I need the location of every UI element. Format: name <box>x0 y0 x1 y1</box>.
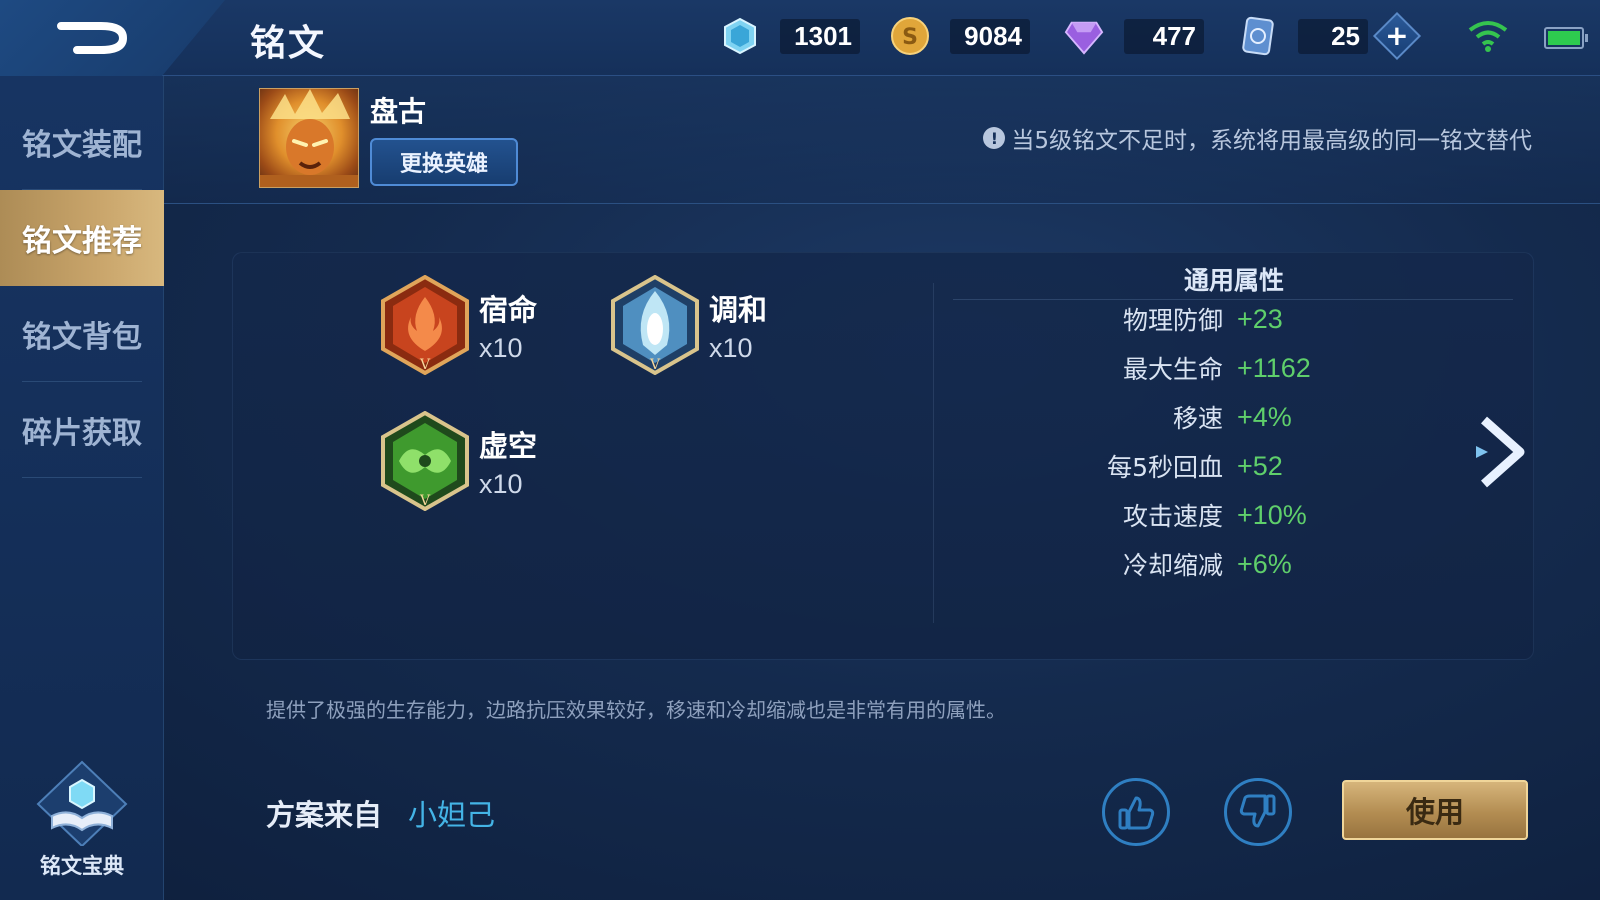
currency-rune-card: 25 + <box>1238 11 1422 61</box>
attribute-value: +4% <box>1237 401 1292 432</box>
codex-label: 铭文宝典 <box>40 854 124 878</box>
card-icon <box>1238 16 1278 56</box>
battery-icon <box>1544 27 1588 49</box>
attribute-row: 最大生命 +1162 <box>953 348 1513 388</box>
attribute-row: 移速 +4% <box>953 397 1513 437</box>
attribute-row: 攻击速度 +10% <box>953 495 1513 535</box>
attribute-value: +6% <box>1237 548 1292 579</box>
author-label: 方案来自 <box>266 798 383 832</box>
svg-text:V: V <box>649 357 661 373</box>
currency-diamond-coupon: 1301 <box>720 16 860 56</box>
rune-codex-button[interactable]: 铭文宝典 <box>30 760 134 880</box>
sidebar-item-rune-bag[interactable]: 铭文背包 <box>0 286 164 382</box>
currency-diamond: 477 <box>1064 16 1204 56</box>
use-button[interactable]: 使用 <box>1342 780 1528 840</box>
attribute-name: 物理防御 <box>1122 306 1223 335</box>
hero-avatar[interactable] <box>259 88 359 188</box>
attribute-row: 物理防御 +23 <box>953 299 1513 339</box>
sidebar-item-fragments[interactable]: 碎片获取 <box>0 382 164 478</box>
top-bar: 铭文 1301 S 9084 477 25 + <box>0 0 1600 76</box>
attribute-value: +23 <box>1237 303 1283 334</box>
add-currency-button[interactable]: + <box>1372 11 1422 61</box>
back-arrow-icon <box>57 22 128 54</box>
currency-value: 25 <box>1298 18 1368 54</box>
rune-item[interactable]: V 调和 x10 <box>609 275 767 375</box>
notice-text: 当5级铭文不足时，系统将用最高级的同一铭文替代 <box>1011 128 1532 154</box>
hero-name: 盘古 <box>370 95 427 128</box>
rune-panel: V 宿命 x10 V 调和 x10 V 虚空 x10 通用属性 物理防御 +23… <box>232 252 1534 660</box>
attribute-value: +1162 <box>1237 352 1311 383</box>
svg-text:S: S <box>902 25 918 50</box>
red-rune-icon: V <box>381 275 469 375</box>
svg-text:V: V <box>419 493 431 509</box>
green-rune-icon: V <box>381 411 469 511</box>
attribute-name: 移速 <box>1172 404 1223 433</box>
dislike-button[interactable] <box>1224 778 1292 846</box>
sidebar-item-rune-recommend[interactable]: 铭文推荐 <box>0 190 164 286</box>
sidebar-item-rune-equip[interactable]: 铭文装配 <box>0 94 164 190</box>
attributes-title: 通用属性 <box>1183 266 1284 295</box>
rune-name: 宿命 <box>479 292 538 327</box>
change-hero-button[interactable]: 更换英雄 <box>370 138 518 186</box>
thumbs-up-icon <box>1118 796 1155 830</box>
rune-count: x10 <box>479 468 523 499</box>
svg-text:V: V <box>419 357 431 373</box>
purple-diamond-icon <box>1064 16 1104 56</box>
attribute-value: +10% <box>1237 499 1307 530</box>
panel-divider <box>933 283 934 623</box>
plus-icon: + <box>1385 19 1409 52</box>
rune-name: 虚空 <box>479 428 538 463</box>
attribute-name: 攻击速度 <box>1122 502 1223 531</box>
like-button[interactable] <box>1102 778 1170 846</box>
rune-name: 调和 <box>709 292 768 327</box>
gold-coin-icon: S <box>890 16 930 56</box>
page-title: 铭文 <box>250 23 327 64</box>
info-icon: ! <box>983 127 1006 149</box>
attribute-row: 冷却缩减 +6% <box>953 544 1513 584</box>
currency-value: 477 <box>1124 18 1204 54</box>
sidebar-item-label: 铭文推荐 <box>22 224 142 259</box>
attribute-name: 每5秒回血 <box>1107 453 1223 482</box>
currency-value: 9084 <box>950 18 1030 54</box>
sidebar-item-label: 铭文装配 <box>22 128 142 163</box>
hero-header: 盘古 更换英雄 ! 当5级铭文不足时，系统将用最高级的同一铭文替代 <box>164 76 1600 204</box>
recommendation-description: 提供了极强的生存能力，边路抗压效果较好，移速和冷却缩减也是非常有用的属性。 <box>266 698 1006 722</box>
rune-item[interactable]: V 虚空 x10 <box>379 411 537 511</box>
author-name[interactable]: 小妲己 <box>408 792 495 834</box>
wifi-icon <box>1468 21 1508 52</box>
thumbs-down-icon <box>1239 794 1276 828</box>
book-icon <box>36 760 128 846</box>
attribute-row: 每5秒回血 +52 <box>953 446 1513 486</box>
rune-count: x10 <box>479 332 523 363</box>
currency-value: 1301 <box>780 18 860 54</box>
sidebar-item-label: 铭文背包 <box>22 320 142 355</box>
currency-gold: S 9084 <box>890 16 1030 56</box>
rune-item[interactable]: V 宿命 x10 <box>379 275 537 375</box>
crystal-icon <box>720 16 760 56</box>
blue-rune-icon: V <box>611 275 699 375</box>
attribute-name: 最大生命 <box>1122 355 1223 384</box>
attribute-name: 冷却缩减 <box>1122 551 1223 580</box>
next-page-arrow-icon[interactable] <box>1470 412 1530 492</box>
back-button[interactable] <box>48 12 138 64</box>
notice: ! 当5级铭文不足时，系统将用最高级的同一铭文替代 <box>983 121 1532 155</box>
sidebar-item-label: 碎片获取 <box>22 416 142 451</box>
attribute-value: +52 <box>1237 450 1283 481</box>
rune-count: x10 <box>709 332 753 363</box>
